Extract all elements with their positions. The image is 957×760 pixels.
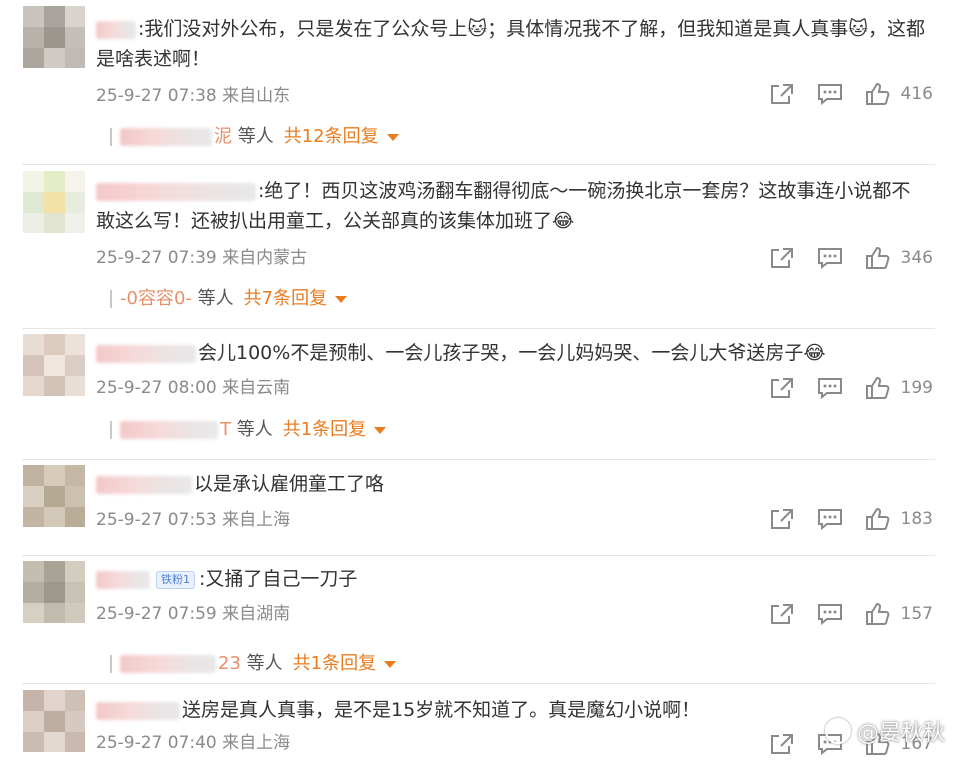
reply-more-link[interactable]: 共1条回复	[283, 419, 366, 440]
username-blurred[interactable]	[96, 570, 150, 589]
comment-actions: 183	[747, 506, 933, 532]
reply-user[interactable]: 23	[218, 653, 241, 674]
comment-time: 25-9-27 07:53	[96, 510, 217, 530]
chevron-down-icon[interactable]	[335, 295, 348, 303]
comment-meta: 25-9-27 07:38 来自山东	[96, 84, 290, 108]
username-blurred[interactable]	[96, 20, 136, 39]
comment-location: 来自湖南	[222, 604, 291, 624]
reply-more-link[interactable]: 共1条回复	[293, 653, 376, 674]
reply-bar	[110, 290, 112, 308]
thumbs-up-icon[interactable]	[865, 376, 891, 400]
chevron-down-icon[interactable]	[374, 426, 387, 434]
chevron-down-icon[interactable]	[386, 133, 399, 141]
comment-icon[interactable]	[817, 376, 843, 400]
comment-time: 25-9-27 07:38	[96, 86, 217, 106]
reply-etc: 等人	[237, 126, 274, 147]
comment-actions: 199	[747, 375, 933, 401]
comment-location: 来自山东	[222, 86, 291, 106]
chevron-down-icon[interactable]	[384, 660, 397, 668]
comment-icon[interactable]	[817, 82, 843, 106]
reply-user[interactable]: -0容容0-	[120, 288, 192, 309]
reply-user-blurred	[120, 128, 212, 146]
comment-time: 25-9-27 07:59	[96, 604, 217, 624]
comment-actions: 157	[747, 601, 933, 627]
avatar[interactable]	[23, 6, 85, 68]
comment-location: 来自内蒙古	[222, 248, 308, 268]
thumbs-up-icon[interactable]	[865, 507, 891, 531]
reply-user[interactable]: 泥	[214, 126, 232, 147]
reply-summary[interactable]: 泥 等人 共12条回复	[110, 124, 399, 150]
fan-badge: 铁粉1	[156, 570, 195, 589]
comment-text: 会儿100%不是预制、一会儿孩子哭，一会儿妈妈哭、一会儿大爷送房子😂	[96, 338, 926, 368]
reply-bar	[110, 421, 112, 439]
like-count: 157	[900, 604, 933, 624]
reply-user-blurred	[120, 655, 216, 673]
comment-time: 25-9-27 08:00	[96, 378, 217, 398]
comment-time: 25-9-27 07:40	[96, 733, 217, 753]
avatar[interactable]	[23, 690, 85, 752]
username-blurred[interactable]	[96, 344, 196, 363]
watermark-text: @晏秋秋	[856, 721, 945, 746]
reply-summary[interactable]: 23 等人 共1条回复	[110, 651, 397, 677]
reply-more-link[interactable]: 共12条回复	[284, 126, 379, 147]
reply-more-link[interactable]: 共7条回复	[244, 288, 327, 309]
reply-summary[interactable]: T 等人 共1条回复	[110, 417, 387, 443]
like-count: 346	[900, 248, 933, 268]
comment-text: 送房是真人真事，是不是15岁就不知道了。真是魔幻小说啊！	[96, 695, 926, 725]
share-icon[interactable]	[769, 732, 795, 756]
avatar[interactable]	[23, 171, 85, 233]
comment-location: 来自上海	[222, 733, 291, 753]
comment-time: 25-9-27 07:39	[96, 248, 217, 268]
comment-location: 来自云南	[222, 378, 291, 398]
avatar[interactable]	[23, 465, 85, 527]
comment-location: 来自上海	[222, 510, 291, 530]
comment-text: 铁粉1:又捅了自己一刀子	[96, 564, 926, 594]
comment-actions: 346	[747, 245, 933, 271]
comment-actions: 416	[747, 81, 933, 107]
like-count: 416	[900, 84, 933, 104]
username-blurred[interactable]	[96, 182, 256, 201]
share-icon[interactable]	[769, 246, 795, 270]
thumbs-up-icon[interactable]	[865, 82, 891, 106]
username-blurred[interactable]	[96, 701, 180, 720]
divider	[22, 459, 935, 460]
username-blurred[interactable]	[96, 475, 192, 494]
share-icon[interactable]	[769, 82, 795, 106]
comment-meta: 25-9-27 07:53 来自上海	[96, 508, 290, 532]
comment-text: :绝了！西贝这波鸡汤翻车翻得彻底～一碗汤换北京一套房？这故事连小说都不敢这么写！…	[96, 180, 911, 232]
comment-icon[interactable]	[817, 602, 843, 626]
reply-summary[interactable]: -0容容0- 等人 共7条回复	[110, 286, 348, 312]
comment-icon[interactable]	[817, 507, 843, 531]
avatar[interactable]	[23, 561, 85, 623]
reply-etc: 等人	[236, 419, 273, 440]
divider	[22, 555, 935, 556]
reply-etc: 等人	[197, 288, 234, 309]
divider	[22, 683, 935, 684]
share-icon[interactable]	[769, 602, 795, 626]
thumbs-up-icon[interactable]	[865, 602, 891, 626]
avatar[interactable]	[23, 334, 85, 396]
share-icon[interactable]	[769, 376, 795, 400]
reply-bar	[110, 128, 112, 146]
comment-meta: 25-9-27 08:00 来自云南	[96, 376, 290, 400]
comment-text: 以是承认雇佣童工了咯	[96, 469, 926, 499]
reply-bar	[110, 655, 112, 673]
reply-user-blurred	[120, 421, 218, 439]
comment-meta: 25-9-27 07:59 来自湖南	[96, 602, 290, 626]
like-count: 199	[900, 378, 933, 398]
watermark: @晏秋秋	[824, 715, 945, 747]
reply-etc: 等人	[246, 653, 283, 674]
comment-icon[interactable]	[817, 246, 843, 270]
weibo-logo-icon	[824, 718, 851, 744]
reply-user[interactable]: T	[220, 419, 231, 440]
divider	[22, 328, 935, 329]
divider	[22, 164, 935, 165]
thumbs-up-icon[interactable]	[865, 246, 891, 270]
like-count: 183	[900, 509, 933, 529]
comment-meta: 25-9-27 07:39 来自内蒙古	[96, 246, 307, 270]
comment-text: :我们没对外公布，只是发在了公众号上🐱；具体情况我不了解，但我知道是真人真事🐱，…	[96, 18, 926, 70]
share-icon[interactable]	[769, 507, 795, 531]
comment-meta: 25-9-27 07:40 来自上海	[96, 731, 290, 755]
